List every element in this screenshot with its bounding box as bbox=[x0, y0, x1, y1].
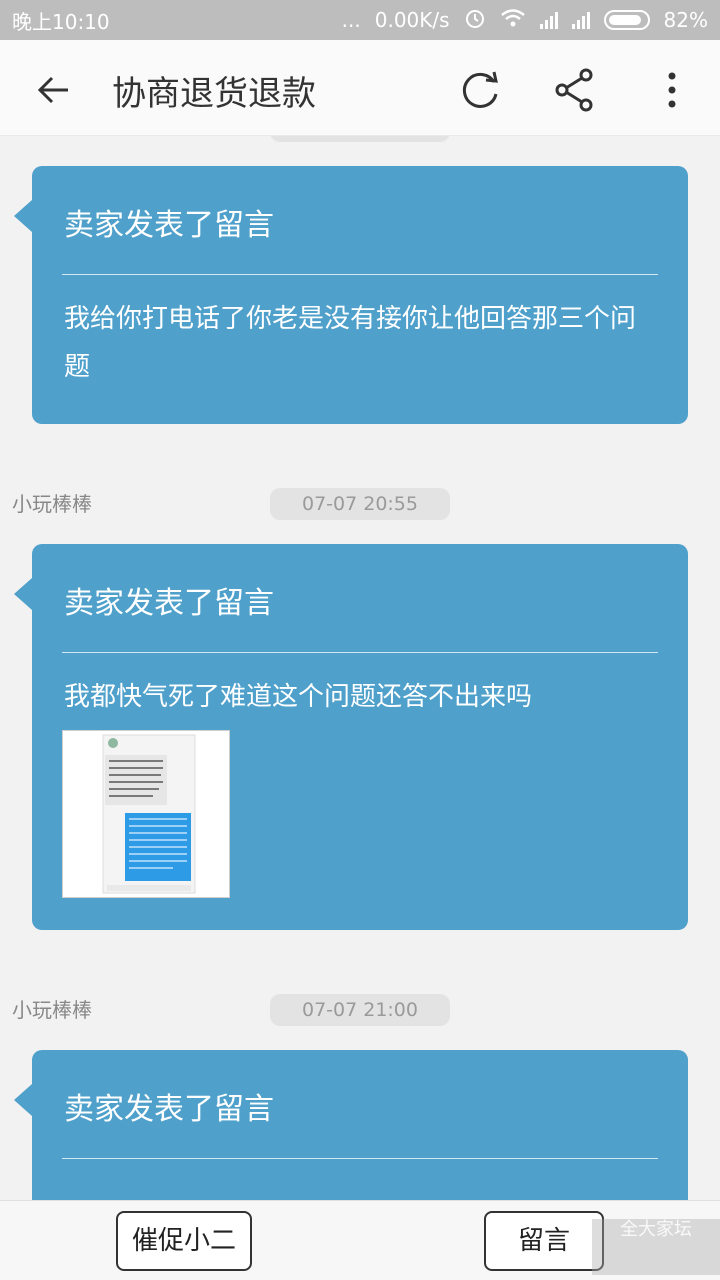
message-title: 卖家发表了留言 bbox=[64, 586, 274, 621]
message-card: 卖家发表了留言 bbox=[14, 1050, 688, 1200]
app-bar: 协商退货退款 bbox=[0, 40, 720, 136]
message-time: 07-07 21:00 bbox=[270, 994, 450, 1026]
status-bar: 晚上10:10 ... 0.00K/s 82% bbox=[0, 0, 720, 40]
back-arrow-icon[interactable] bbox=[34, 70, 74, 110]
message-card: 卖家发表了留言 我都快气死了难道这个问题还答不出来吗 bbox=[14, 544, 688, 930]
wifi-icon bbox=[500, 8, 526, 33]
battery-percent: 82% bbox=[663, 8, 708, 32]
watermark: 全大家坛 bbox=[592, 1219, 720, 1275]
message-text: 我给你打电话了你老是没有接你让他回答那三个问题 bbox=[64, 304, 637, 382]
message-time: 07-07 20:55 bbox=[270, 488, 450, 520]
bottom-action-bar: 催促小二 留言 全大家坛 bbox=[0, 1200, 720, 1280]
watermark-text: 全大家坛 bbox=[620, 1219, 692, 1240]
status-dots: ... bbox=[341, 8, 361, 32]
message-card: 卖家发表了留言 我给你打电话了你老是没有接你让他回答那三个问题 bbox=[14, 166, 688, 424]
signal-icon bbox=[539, 11, 558, 29]
signal-icon-2 bbox=[571, 11, 590, 29]
message-title: 卖家发表了留言 bbox=[64, 208, 274, 243]
time-badge-partial bbox=[270, 136, 450, 142]
message-list[interactable]: 卖家发表了留言 我给你打电话了你老是没有接你让他回答那三个问题 小玩棒棒 07-… bbox=[0, 136, 720, 1200]
attached-image[interactable] bbox=[62, 730, 230, 898]
status-time: 晚上10:10 bbox=[12, 9, 110, 34]
page-title: 协商退货退款 bbox=[112, 74, 316, 114]
remind-agent-button[interactable]: 催促小二 bbox=[116, 1211, 252, 1271]
alarm-icon bbox=[464, 7, 486, 34]
message-text: 我都快气死了难道这个问题还答不出来吗 bbox=[64, 682, 533, 712]
refresh-icon[interactable] bbox=[456, 66, 504, 114]
more-icon[interactable] bbox=[648, 66, 696, 114]
divider bbox=[62, 1158, 658, 1159]
message-title: 卖家发表了留言 bbox=[64, 1092, 274, 1127]
message-user: 小玩棒棒 bbox=[12, 998, 92, 1022]
leave-comment-button[interactable]: 留言 bbox=[484, 1211, 604, 1271]
battery-icon bbox=[603, 10, 650, 30]
message-user: 小玩棒棒 bbox=[12, 492, 92, 516]
share-icon[interactable] bbox=[552, 66, 600, 114]
network-speed: 0.00K/s bbox=[374, 8, 450, 32]
